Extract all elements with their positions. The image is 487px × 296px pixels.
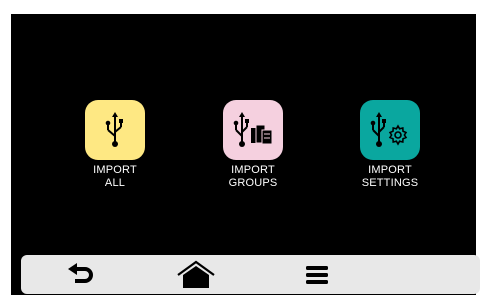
import-groups-tile[interactable]: IMPORT GROUPS — [213, 100, 293, 190]
home-icon — [177, 260, 215, 288]
usb-settings-icon — [370, 112, 408, 147]
import-all-button[interactable] — [85, 100, 145, 160]
import-groups-label: IMPORT GROUPS — [228, 164, 278, 189]
groups-icon — [251, 124, 273, 145]
home-button[interactable] — [166, 255, 226, 294]
back-arrow-icon — [68, 262, 93, 283]
hamburger-menu-icon — [306, 265, 328, 284]
menu-button[interactable] — [287, 255, 347, 294]
import-all-label: IMPORT ALL — [93, 164, 137, 189]
usb-groups-icon — [233, 112, 273, 147]
usb-icon — [105, 112, 123, 147]
back-button[interactable] — [51, 255, 111, 294]
bottom-nav-bar — [21, 255, 480, 294]
import-groups-button[interactable] — [223, 100, 283, 160]
import-settings-tile[interactable]: IMPORT SETTINGS — [350, 100, 430, 190]
import-settings-label: IMPORT SETTINGS — [361, 164, 419, 189]
device-screen: IMPORT ALL IMPORT GROUPS IMPORT SETTINGS — [11, 14, 480, 295]
gear-icon — [388, 124, 408, 146]
import-all-tile[interactable]: IMPORT ALL — [75, 100, 155, 190]
import-settings-button[interactable] — [360, 100, 420, 160]
